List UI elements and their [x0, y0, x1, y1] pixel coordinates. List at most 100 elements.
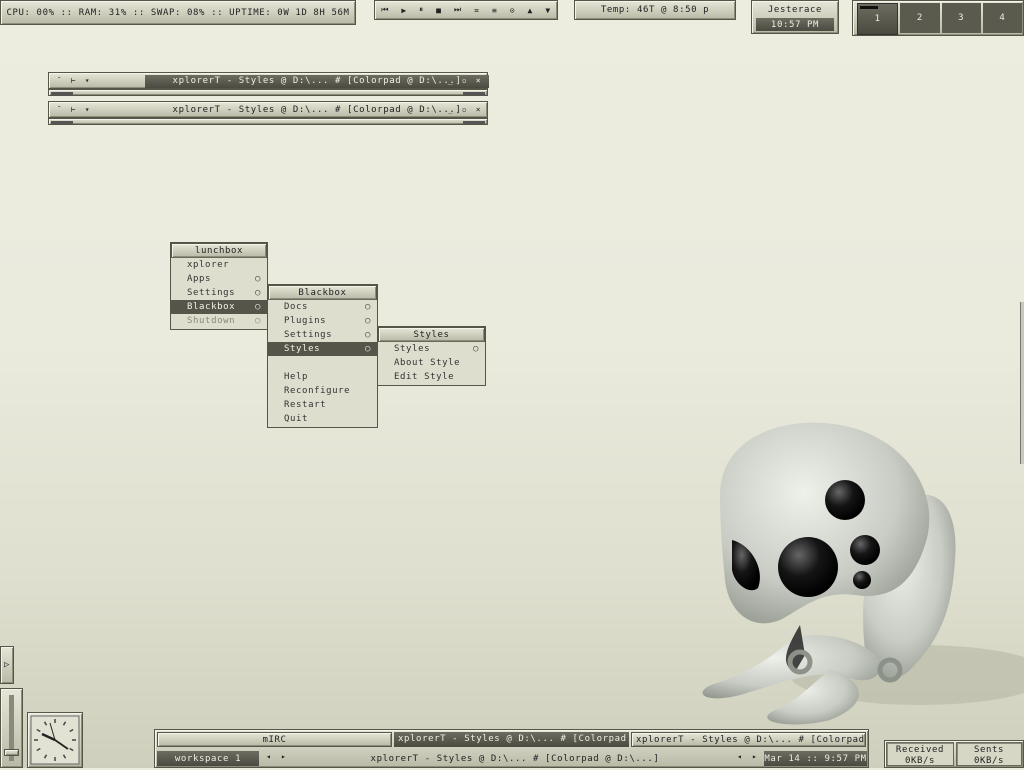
- volume-slider[interactable]: [0, 688, 23, 768]
- blackbox-menu: Blackbox Docs ○ Plugins ○ Settings ○ Styles…: [267, 284, 378, 428]
- sent-label: Sents: [973, 745, 1005, 755]
- maximize-icon[interactable]: ▫: [458, 75, 471, 87]
- pause-icon[interactable]: ⏸: [419, 5, 424, 15]
- menu-item-settings[interactable]: Settings ○: [171, 286, 267, 300]
- minimize-icon[interactable]: _: [444, 75, 457, 87]
- submenu-indicator-icon: ○: [254, 316, 261, 326]
- user-clock-widget: Jesterace 10:57 PM: [751, 0, 839, 34]
- system-monitor-text: CPU: 00% :: RAM: 31% :: SWAP: 08% :: UPT…: [6, 7, 350, 18]
- next-icon[interactable]: ⏭: [454, 5, 462, 15]
- menu-item-apps[interactable]: Apps ○: [171, 272, 267, 286]
- workspace-2-label: 2: [916, 13, 923, 23]
- submenu-indicator-icon: ○: [254, 288, 261, 298]
- window-xplorer-1[interactable]: ¯ ⊢ ▾ xplorerT - Styles @ D:\... # [Colo…: [48, 72, 489, 96]
- playlist-icon[interactable]: ≡: [492, 6, 497, 15]
- submenu-indicator-icon: ○: [472, 344, 479, 354]
- arrow-right-icon: ▷: [3, 660, 11, 670]
- menu-item-shutdown[interactable]: Shutdown ○: [171, 314, 267, 328]
- active-window-title: xplorerT - Styles @ D:\... # [Colorpad @…: [370, 753, 660, 764]
- submenu-indicator-icon: ○: [364, 316, 371, 326]
- workspace-4[interactable]: 4: [982, 3, 1022, 33]
- task-xplorer-active[interactable]: xplorerT - Styles @ D:\... # [Colorpad .…: [394, 732, 629, 747]
- minimize-line-icon[interactable]: ¯: [53, 104, 66, 116]
- workspace-3-label: 3: [958, 13, 965, 23]
- pin-icon[interactable]: ⊢: [67, 104, 80, 116]
- menu-arrow-icon[interactable]: ▾: [81, 104, 94, 116]
- menu-arrow-icon[interactable]: ▾: [81, 75, 94, 87]
- submenu-indicator-icon: ○: [364, 330, 371, 340]
- clock-face-icon: [30, 715, 80, 765]
- maximize-icon[interactable]: ▫: [458, 104, 471, 116]
- menu-item-plugins[interactable]: Plugins ○: [268, 314, 377, 328]
- minimize-icon[interactable]: _: [444, 104, 457, 116]
- taskbar: mIRC xplorerT - Styles @ D:\... # [Color…: [154, 729, 869, 768]
- submenu-indicator-icon: ○: [364, 344, 371, 354]
- received-box: Received 0KB/s: [886, 742, 954, 766]
- main-menu: lunchbox xplorer Apps ○ Settings ○ Blackbo…: [170, 242, 268, 330]
- network-monitor: Received 0KB/s Sents 0KB/s: [884, 740, 1024, 768]
- system-monitor: CPU: 00% :: RAM: 31% :: SWAP: 08% :: UPT…: [0, 0, 356, 25]
- temperature-text: Temp: 46T @ 8:50 p: [600, 5, 710, 15]
- window-titlebar[interactable]: ¯ ⊢ ▾ xplorerT - Styles @ D:\... # [Colo…: [48, 101, 488, 118]
- close-icon[interactable]: ×: [472, 104, 485, 116]
- volume-handle[interactable]: [4, 749, 19, 756]
- volume-up-icon[interactable]: ▲: [528, 6, 533, 15]
- menu-item-styles[interactable]: Styles ○: [268, 342, 377, 356]
- previous-icon[interactable]: ⏮: [381, 5, 389, 15]
- menu-item-about-style[interactable]: About Style: [378, 356, 485, 370]
- window-next-icon[interactable]: ▸: [752, 752, 757, 761]
- submenu-indicator-icon: ○: [254, 302, 261, 312]
- workspace-label: workspace 1: [157, 751, 259, 766]
- menu-item-blackbox[interactable]: Blackbox ○: [171, 300, 267, 314]
- stop-icon[interactable]: ■: [436, 6, 441, 15]
- menu-item-docs[interactable]: Docs ○: [268, 300, 377, 314]
- close-icon[interactable]: ×: [472, 75, 485, 87]
- task-xplorer[interactable]: xplorerT - Styles @ D:\... # [Colorpad .…: [631, 732, 866, 747]
- workspace-4-label: 4: [999, 13, 1006, 23]
- window-title: xplorerT - Styles @ D:\... # [Colorpad @…: [145, 75, 489, 88]
- menu-item-help[interactable]: Help: [268, 370, 377, 384]
- menu-item-xplorer[interactable]: xplorer: [171, 258, 267, 272]
- clock: 10:57 PM: [756, 18, 834, 31]
- workspace-1-label: 1: [874, 14, 881, 24]
- window-titlebar[interactable]: ¯ ⊢ ▾ xplorerT - Styles @ D:\... # [Colo…: [48, 72, 489, 89]
- submenu-indicator-icon: ○: [254, 274, 261, 284]
- media-controls: ⏮ ▶ ⏸ ■ ⏭ ≖ ≡ ⊙ ▲ ▼: [374, 0, 558, 20]
- menu-separator: [268, 356, 377, 370]
- taskbar-datetime: Mar 14 :: 9:57 PM: [764, 751, 867, 766]
- workspace-3[interactable]: 3: [941, 3, 981, 33]
- menu-item-edit-style[interactable]: Edit Style: [378, 370, 485, 384]
- window-resize-grip[interactable]: [48, 118, 488, 125]
- sent-box: Sents 0KB/s: [956, 742, 1022, 766]
- volume-down-icon[interactable]: ▼: [545, 6, 550, 15]
- minimize-line-icon[interactable]: ¯: [53, 75, 66, 87]
- eject-icon[interactable]: ≖: [474, 6, 479, 15]
- expand-panel-button[interactable]: ▷: [0, 646, 14, 684]
- sent-value: 0KB/s: [973, 756, 1005, 766]
- username: Jesterace: [767, 4, 823, 15]
- slit-panel[interactable]: [1020, 302, 1024, 464]
- workspace-next-icon[interactable]: ▸: [281, 752, 286, 761]
- workspace-pager: 1 2 3 4: [852, 0, 1024, 36]
- window-prev-icon[interactable]: ◂: [737, 752, 742, 761]
- play-icon[interactable]: ▶: [401, 6, 406, 15]
- window-title: xplorerT - Styles @ D:\... # [Colorpad @…: [172, 105, 462, 115]
- pin-icon[interactable]: ⊢: [67, 75, 80, 87]
- workspace-prev-icon[interactable]: ◂: [266, 752, 271, 761]
- menu-item-quit[interactable]: Quit: [268, 412, 377, 426]
- menu-item-restart[interactable]: Restart: [268, 398, 377, 412]
- settings-icon[interactable]: ⊙: [510, 6, 515, 15]
- blackbox-menu-title: Blackbox: [268, 285, 377, 300]
- styles-menu: Styles Styles ○ About Style Edit Style: [377, 326, 486, 386]
- workspace-1[interactable]: 1: [857, 3, 899, 35]
- window-xplorer-2[interactable]: ¯ ⊢ ▾ xplorerT - Styles @ D:\... # [Colo…: [48, 101, 488, 125]
- wallpaper-creature-image: [702, 422, 1024, 725]
- received-label: Received: [895, 745, 945, 755]
- menu-item-reconfigure[interactable]: Reconfigure: [268, 384, 377, 398]
- task-mirc[interactable]: mIRC: [157, 732, 392, 747]
- window-resize-grip[interactable]: [48, 89, 488, 96]
- menu-item-styles-list[interactable]: Styles ○: [378, 342, 485, 356]
- menu-item-settings[interactable]: Settings ○: [268, 328, 377, 342]
- workspace-2[interactable]: 2: [900, 3, 940, 33]
- workspace-window-indicator: [860, 6, 878, 9]
